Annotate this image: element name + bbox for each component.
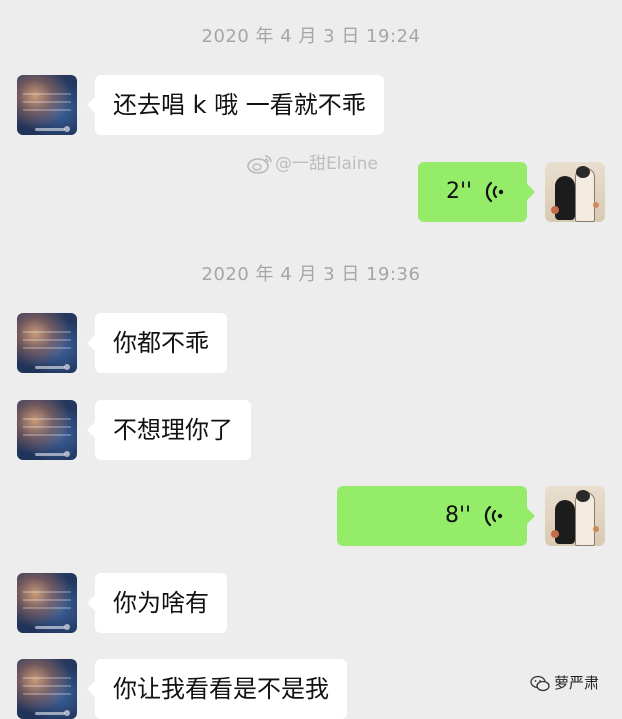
message-bubble-incoming[interactable]: 还去唱 k 哦 一看就不乖 <box>87 75 384 135</box>
message-bubble-incoming[interactable]: 不想理你了 <box>87 400 251 460</box>
my-avatar[interactable] <box>545 162 605 222</box>
voice-duration: 2'' <box>446 179 473 204</box>
voice-message-outgoing[interactable]: 8'' <box>337 486 535 546</box>
contact-avatar[interactable] <box>17 659 77 719</box>
voice-duration: 8'' <box>445 503 472 528</box>
voice-wave-icon <box>485 181 504 203</box>
weibo-watermark: @一甜Elaine <box>247 150 378 178</box>
timestamp: 2020 年 4 月 3 日 19:36 <box>201 264 421 285</box>
contact-avatar[interactable] <box>17 573 77 633</box>
wechat-account-name: 萝严肃 <box>554 674 600 692</box>
contact-avatar[interactable] <box>17 400 77 460</box>
voice-wave-icon <box>484 505 503 527</box>
message-bubble-incoming[interactable]: 你为啥有 <box>87 573 227 633</box>
voice-message-outgoing[interactable]: 2'' <box>418 162 535 222</box>
contact-avatar[interactable] <box>17 313 77 373</box>
wechat-watermark: 萝严肃 <box>530 672 599 694</box>
weibo-handle: @一甜Elaine <box>275 154 378 174</box>
timestamp: 2020 年 4 月 3 日 19:24 <box>201 26 421 47</box>
my-avatar[interactable] <box>545 486 605 546</box>
wechat-logo-icon <box>530 675 550 691</box>
contact-avatar[interactable] <box>17 75 77 135</box>
chat-conversation: 2020 年 4 月 3 日 19:24 还去唱 k 哦 一看就不乖 @一甜El… <box>0 0 622 719</box>
weibo-logo-icon <box>247 155 272 174</box>
message-bubble-incoming[interactable]: 你让我看看是不是我 <box>87 659 347 719</box>
message-bubble-incoming[interactable]: 你都不乖 <box>87 313 227 373</box>
